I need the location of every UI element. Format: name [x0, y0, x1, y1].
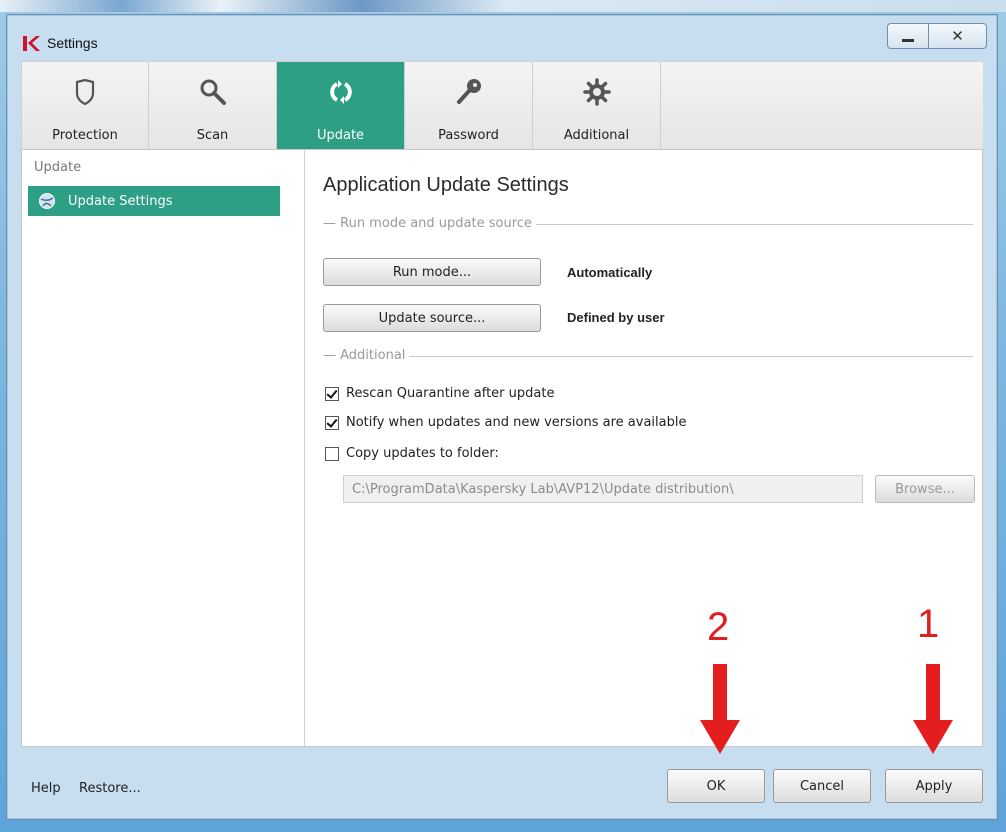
desktop-background [0, 0, 1006, 12]
restore-link[interactable]: Restore... [79, 781, 141, 796]
checkbox-box[interactable] [325, 386, 339, 401]
help-link[interactable]: Help [31, 781, 61, 796]
sidebar: Update Update Settings [22, 150, 305, 746]
annotation-arrow-apply-icon [913, 664, 953, 754]
folder-path-field[interactable]: C:\ProgramData\Kaspersky Lab\AVP12\Updat… [343, 475, 863, 503]
tab-scan[interactable]: Scan [149, 62, 277, 152]
annotation-step-2: 2 [707, 605, 730, 649]
group-title: — Additional [323, 348, 410, 363]
annotation-step-1: 1 [917, 602, 940, 646]
magnifier-icon [199, 76, 227, 108]
notify-updates-checkbox[interactable]: Notify when updates and new versions are… [325, 415, 686, 430]
sidebar-item-label: Update Settings [68, 193, 173, 209]
globe-icon [38, 192, 56, 210]
main-panel: Application Update Settings — Run mode a… [305, 150, 984, 746]
shield-icon [75, 76, 95, 108]
tab-label: Update [316, 128, 365, 143]
tab-label: Additional [563, 128, 630, 143]
refresh-icon [328, 76, 354, 108]
group-run-mode: — Run mode and update source [323, 216, 973, 231]
tab-label: Password [438, 128, 499, 143]
key-icon [455, 76, 483, 108]
annotation-arrow-ok-icon [700, 664, 740, 754]
run-mode-button[interactable]: Run mode... [323, 258, 541, 286]
tab-label: Scan [196, 128, 229, 143]
page-title: Application Update Settings [323, 174, 569, 196]
checkbox-label: Rescan Quarantine after update [346, 386, 555, 401]
tab-update[interactable]: Update [277, 62, 405, 152]
minimize-button[interactable] [887, 23, 929, 49]
tab-additional[interactable]: Additional [533, 62, 661, 152]
tab-protection[interactable]: Protection [21, 62, 149, 152]
settings-content: Update Update Settings Application Updat… [21, 149, 983, 747]
minimize-icon [902, 38, 914, 42]
copy-updates-checkbox[interactable]: Copy updates to folder: [325, 446, 499, 461]
checkbox-label: Notify when updates and new versions are… [346, 415, 687, 430]
footer: Help Restore... OK Cancel Apply [21, 747, 983, 809]
kaspersky-logo-icon [23, 36, 40, 51]
run-mode-value: Automatically [567, 265, 653, 280]
gear-icon [582, 76, 611, 108]
tab-label: Protection [52, 128, 118, 143]
tab-password[interactable]: Password [405, 62, 533, 152]
settings-toolbar: Protection Scan Update Password Addition… [21, 61, 983, 153]
browse-button[interactable]: Browse... [875, 475, 975, 503]
group-title: — Run mode and update source [323, 216, 536, 231]
checkbox-label: Copy updates to folder: [346, 446, 499, 461]
checkbox-box[interactable] [325, 415, 339, 430]
checkbox-box[interactable] [325, 446, 339, 461]
rescan-quarantine-checkbox[interactable]: Rescan Quarantine after update [325, 386, 554, 401]
update-source-value: Defined by user [567, 310, 665, 325]
cancel-button[interactable]: Cancel [773, 769, 871, 803]
apply-button[interactable]: Apply [885, 769, 983, 803]
sidebar-heading: Update [34, 160, 82, 175]
ok-button[interactable]: OK [667, 769, 765, 803]
title-bar[interactable]: Settings ✕ [7, 15, 997, 61]
window-title: Settings [47, 35, 98, 51]
sidebar-item-update-settings[interactable]: Update Settings [28, 186, 280, 216]
group-additional: — Additional [323, 348, 973, 363]
update-source-button[interactable]: Update source... [323, 304, 541, 332]
close-button[interactable]: ✕ [929, 23, 987, 49]
settings-window: Settings ✕ Protection Scan Update Passwo… [6, 14, 998, 820]
close-icon: ✕ [951, 27, 964, 45]
